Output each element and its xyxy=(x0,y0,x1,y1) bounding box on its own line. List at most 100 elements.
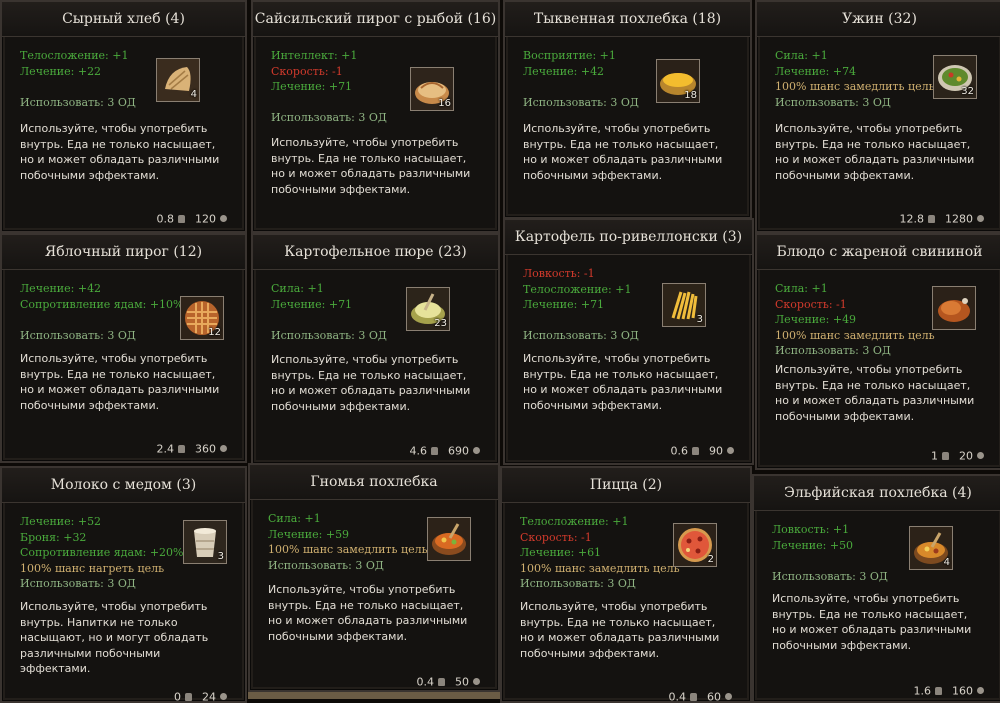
stats-block: Телосложение: +1 Лечение: +22 Использова… xyxy=(20,48,136,110)
weight-price: 0.4 50 xyxy=(417,675,481,689)
ap-cost: Использовать: 3 ОД xyxy=(271,328,387,344)
coin-icon xyxy=(473,678,480,685)
item-price: 690 xyxy=(448,444,469,457)
card-title: Эльфийская похлебка (4) xyxy=(754,476,1000,511)
stat-line: Скорость: -1 xyxy=(520,530,680,546)
item-price: 50 xyxy=(455,675,469,688)
stat-line: Телосложение: +1 xyxy=(20,48,136,64)
item-quantity: 4 xyxy=(191,89,197,100)
stat-line: 100% шанс замедлить цель xyxy=(775,328,935,344)
fish-pie-icon: 16 xyxy=(410,67,454,111)
item-quantity: 3 xyxy=(697,314,703,325)
item-weight: 0.4 xyxy=(669,690,687,703)
stat-line: 100% шанс замедлить цель xyxy=(268,542,428,558)
stat-line: 100% шанс замедлить цель xyxy=(775,79,935,95)
stat-line: Сила: +1 xyxy=(775,281,935,297)
ap-cost: Использовать: 3 ОД xyxy=(271,110,387,126)
stats-block: Телосложение: +1 Скорость: -1 Лечение: +… xyxy=(520,514,680,592)
stat-line: Скорость: -1 xyxy=(775,297,935,313)
coin-icon xyxy=(473,447,480,454)
apple-pie-icon: 12 xyxy=(180,296,224,340)
dinner-salad-icon: 32 xyxy=(933,55,977,99)
item-description: Используйте, чтобы употребить внутрь. Ед… xyxy=(775,121,985,183)
card-title: Тыквенная похлебка (18) xyxy=(505,2,750,37)
item-weight: 1.6 xyxy=(914,684,932,697)
ap-cost: Использовать: 3 ОД xyxy=(20,328,184,344)
stats-block: Лечение: +52 Броня: +32 Сопротивление яд… xyxy=(20,514,184,592)
stats-block: Сила: +1 Скорость: -1 Лечение: +49 100% … xyxy=(775,281,935,359)
item-quantity: 16 xyxy=(438,98,451,109)
card-title: Картофель по-ривеллонски (3) xyxy=(505,220,752,255)
weight-icon xyxy=(438,678,445,686)
weight-price: 0.460 xyxy=(669,690,733,703)
stat-line: Скорость: -1 xyxy=(271,64,387,80)
item-description: Используйте, чтобы употребить внутрь. Ед… xyxy=(271,352,481,414)
stat-line: Лечение: +50 xyxy=(772,538,888,554)
ap-cost: Использовать: 3 ОД xyxy=(520,576,680,592)
item-description: Используйте, чтобы употребить внутрь. Ед… xyxy=(520,599,730,661)
weight-price: 024 xyxy=(174,690,227,703)
weight-icon xyxy=(178,445,185,453)
stat-line: 100% шанс нагреть цель xyxy=(20,561,184,577)
tooltip-card-pumpkin-soup: Тыквенная похлебка (18) Восприятие: +1 Л… xyxy=(503,0,752,219)
item-quantity: 23 xyxy=(434,318,447,329)
weight-icon xyxy=(928,215,935,223)
weight-price: 0.690 xyxy=(671,444,735,458)
item-description: Используйте, чтобы употребить внутрь. Ед… xyxy=(523,121,733,183)
weight-icon xyxy=(178,215,185,223)
item-description: Используйте, чтобы употребить внутрь. На… xyxy=(20,599,230,677)
weight-icon xyxy=(942,452,949,460)
stat-line: Лечение: +52 xyxy=(20,514,184,530)
item-description: Используйте, чтобы употребить внутрь. Ед… xyxy=(775,362,985,424)
roast-pork-icon xyxy=(932,286,976,330)
stat-line: Лечение: +71 xyxy=(523,297,639,313)
stat-line: Лечение: +42 xyxy=(20,281,184,297)
coin-icon xyxy=(220,215,227,222)
weight-icon xyxy=(431,447,438,455)
item-price: 360 xyxy=(195,442,216,455)
card-title: Пицца (2) xyxy=(502,468,750,503)
stat-line: 100% шанс замедлить цель xyxy=(520,561,680,577)
stat-line: Лечение: +59 xyxy=(268,527,428,543)
coin-icon xyxy=(220,445,227,452)
item-weight: 0.4 xyxy=(417,675,435,688)
item-weight: 2.4 xyxy=(157,442,175,455)
weight-icon xyxy=(692,447,699,455)
weight-icon xyxy=(935,687,942,695)
coin-icon xyxy=(977,452,984,459)
card-title: Ужин (32) xyxy=(757,2,1000,37)
stats-block: Ловкость: -1 Телосложение: +1 Лечение: +… xyxy=(523,266,639,344)
ap-cost: Использовать: 3 ОД xyxy=(772,569,888,585)
item-quantity: 4 xyxy=(944,557,950,568)
tooltip-card-fish-pie: Сайсильский пирог с рыбой (16) Интеллект… xyxy=(251,0,500,233)
pumpkin-soup-icon: 18 xyxy=(656,59,700,103)
card-title: Сайсильский пирог с рыбой (16) xyxy=(253,2,498,37)
dwarf-stew-icon xyxy=(427,517,471,561)
stats-block: Сила: +1 Лечение: +59 100% шанс замедлит… xyxy=(268,511,428,573)
ap-cost: Использовать: 3 ОД xyxy=(523,328,639,344)
stat-line: Лечение: +71 xyxy=(271,297,387,313)
tooltip-card-dinner: Ужин (32) Сила: +1 Лечение: +74 100% шан… xyxy=(755,0,1000,233)
coin-icon xyxy=(977,687,984,694)
stat-line: Сила: +1 xyxy=(775,48,935,64)
item-quantity: 2 xyxy=(708,554,714,565)
stat-line: Интеллект: +1 xyxy=(271,48,387,64)
stat-line: Сопротивление ядам: +20% xyxy=(20,545,184,561)
item-price: 160 xyxy=(952,684,973,697)
weight-price: 4.6690 xyxy=(410,444,481,458)
item-quantity: 32 xyxy=(961,86,974,97)
stat-line: Телосложение: +1 xyxy=(523,282,639,298)
item-price: 90 xyxy=(709,444,723,457)
ap-cost: Использовать: 3 ОД xyxy=(20,95,136,111)
ap-cost: Использовать: 3 ОД xyxy=(775,95,935,111)
stat-line: Лечение: +61 xyxy=(520,545,680,561)
item-description: Используйте, чтобы употребить внутрь. Ед… xyxy=(20,351,230,413)
item-quantity: 12 xyxy=(208,327,221,338)
tooltip-card-fries: Картофель по-ривеллонски (3) Ловкость: -… xyxy=(503,218,754,465)
item-description: Используйте, чтобы употребить внутрь. Ед… xyxy=(271,135,481,197)
weight-price: 120 xyxy=(931,449,984,463)
stat-line: Ловкость: +1 xyxy=(772,522,888,538)
tooltip-card-mashed-potato: Картофельное пюре (23) Сила: +1 Лечение:… xyxy=(251,233,500,465)
tooltip-card-dwarf-stew: Гномья похлебка Сила: +1 Лечение: +59 10… xyxy=(248,463,500,692)
stats-block: Сила: +1 Лечение: +71 Использовать: 3 ОД xyxy=(271,281,387,343)
